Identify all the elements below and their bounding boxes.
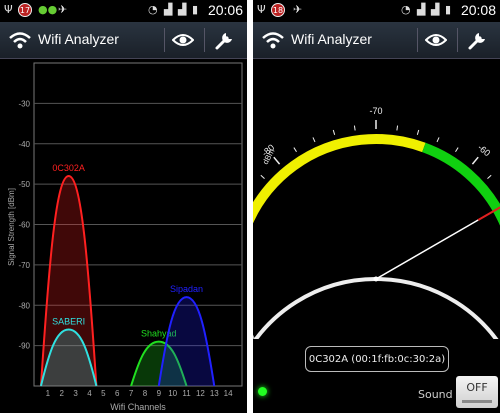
- x-tick-label: 6: [115, 389, 120, 398]
- x-tick-label: 11: [182, 389, 191, 398]
- y-tick-label: -30: [18, 99, 30, 108]
- y-tick-label: -60: [18, 221, 30, 230]
- divider: [164, 28, 165, 52]
- scale-tick: [487, 174, 492, 180]
- divider: [417, 28, 418, 52]
- y-tick-label: -50: [18, 180, 30, 189]
- usb-icon: Ψ: [4, 3, 13, 16]
- left-screen: Ψ 17 ●● ✈ ◔ ▟ ▟ ▮ 20:06 Wifi Analyzer 0C…: [0, 0, 247, 413]
- clock: 20:06: [207, 2, 243, 18]
- status-indicator: [258, 387, 267, 396]
- status-bar: Ψ 17 ●● ✈ ◔ ▟ ▟ ▮ 20:06: [0, 0, 247, 22]
- scale-tick: [273, 156, 281, 165]
- satellite-icon: ✈: [58, 3, 68, 16]
- x-tick-label: 13: [210, 389, 219, 398]
- scale-label: -60: [476, 142, 492, 158]
- x-tick-label: 3: [73, 389, 78, 398]
- signal-icon: ▟: [417, 3, 426, 16]
- needle: [375, 219, 479, 280]
- signal-icon-2: ▟: [431, 3, 440, 16]
- wrench-icon[interactable]: [467, 29, 489, 51]
- action-bar: Wifi Analyzer: [0, 22, 247, 59]
- y-tick-label: -80: [18, 301, 30, 310]
- needle-pivot: [373, 276, 379, 282]
- scale-tick: [312, 137, 316, 143]
- y-axis-label: Signal Strength [dBm]: [7, 188, 16, 266]
- divider: [204, 28, 205, 52]
- selected-network-box[interactable]: 0C302A (00:1f:fb:0c:30:2a): [305, 346, 449, 372]
- y-tick-label: -40: [18, 140, 30, 149]
- sound-label: Sound: [418, 388, 453, 401]
- action-bar: Wifi Analyzer: [253, 22, 500, 59]
- y-tick-label: -90: [18, 342, 30, 351]
- notification-badge: 17: [18, 3, 32, 17]
- divider: [457, 28, 458, 52]
- status-bar: Ψ 18 ✈ ◔ ▟ ▟ ▮ 20:08: [253, 0, 500, 22]
- scale-tick: [471, 156, 479, 165]
- network-label: SABERI: [52, 316, 85, 326]
- eye-icon[interactable]: [425, 32, 447, 48]
- scale-label: -70: [369, 106, 382, 116]
- signal-icon: ▟: [164, 3, 173, 16]
- scale-tick: [353, 125, 356, 131]
- battery-icon: ▮: [192, 3, 199, 16]
- wifi-logo-icon: [262, 32, 284, 49]
- band-yellow: [253, 134, 426, 224]
- x-axis-label: Wifi Channels: [110, 402, 166, 412]
- scale-tick: [293, 147, 297, 153]
- band-green: [422, 142, 500, 226]
- x-tick-label: 14: [224, 389, 233, 398]
- satellite-icon: ✈: [293, 3, 303, 16]
- scale-arc: [253, 277, 499, 339]
- x-tick-label: 2: [60, 389, 65, 398]
- sound-toggle-label: OFF: [466, 381, 488, 394]
- x-tick-label: 9: [157, 389, 162, 398]
- channel-graph: 0C302ASABERIShahyadSipadan -30-40-50-60-…: [7, 62, 243, 412]
- scale-tick: [332, 129, 336, 135]
- app-title: Wifi Analyzer: [38, 31, 119, 47]
- notification-badge: 18: [271, 3, 285, 17]
- scale-tick: [260, 174, 265, 180]
- signal-icon-2: ▟: [178, 3, 187, 16]
- toggle-bar: [462, 400, 492, 403]
- wifi-logo-icon: [9, 32, 31, 49]
- network-label: 0C302A: [52, 163, 85, 173]
- wifi-status-icon: ◔: [148, 3, 158, 16]
- y-tick-label: -70: [18, 261, 30, 270]
- x-tick-label: 8: [143, 389, 148, 398]
- scale-tick: [436, 137, 440, 143]
- x-tick-label: 10: [168, 389, 177, 398]
- usb-icon: Ψ: [257, 3, 266, 16]
- network-label: Sipadan: [170, 284, 203, 294]
- x-tick-label: 7: [129, 389, 134, 398]
- battery-icon: ▮: [445, 3, 452, 16]
- x-tick-label: 1: [46, 389, 51, 398]
- clock: 20:08: [460, 2, 496, 18]
- scale-tick: [416, 129, 420, 135]
- scale-tick: [396, 125, 399, 131]
- eye-icon[interactable]: [172, 32, 194, 48]
- x-tick-label: 5: [101, 389, 106, 398]
- app-notification-icon: ●●: [38, 3, 58, 16]
- app-title: Wifi Analyzer: [291, 31, 372, 47]
- wrench-icon[interactable]: [214, 29, 236, 51]
- signal-meter: -100-90-80-70-60-50-40 dBm: [253, 106, 500, 339]
- wifi-status-icon: ◔: [401, 3, 411, 16]
- right-screen: Ψ 18 ✈ ◔ ▟ ▟ ▮ 20:08 Wifi Analyzer -100-…: [253, 0, 500, 413]
- scale-tick: [455, 147, 459, 153]
- x-tick-label: 4: [87, 389, 92, 398]
- x-tick-label: 12: [196, 389, 205, 398]
- sound-toggle[interactable]: OFF: [456, 376, 498, 408]
